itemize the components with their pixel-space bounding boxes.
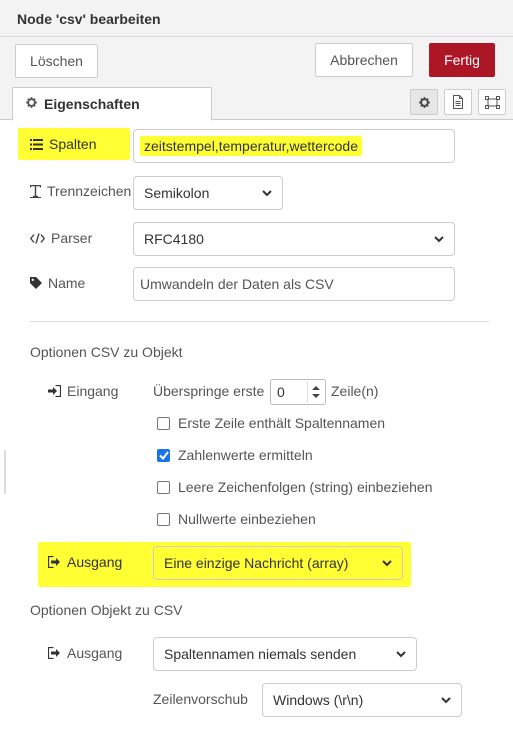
option-first-row-names[interactable]: Erste Zeile enthält Spaltennamen xyxy=(157,415,385,431)
description-icon xyxy=(453,95,463,109)
tab-properties[interactable]: Eigenschaften xyxy=(12,87,212,121)
tray-title: Node 'csv' bearbeiten xyxy=(17,11,161,27)
section-csv-to-object-title: Optionen CSV zu Objekt xyxy=(30,344,183,360)
option-include-null[interactable]: Nullwerte einbeziehen xyxy=(157,511,316,527)
chevron-down-icon xyxy=(434,236,444,243)
sign-out-icon xyxy=(48,647,60,659)
separator-value: Semikolon xyxy=(144,185,210,201)
skip-suffix-text: Zeile(n) xyxy=(331,383,379,399)
newline-value: Windows (\r\n) xyxy=(273,692,364,708)
option-include-empty-strings[interactable]: Leere Zeichenfolgen (string) einbeziehen xyxy=(157,479,433,495)
output-label: Ausgang xyxy=(48,554,122,570)
chevron-down-icon xyxy=(382,560,392,567)
tag-icon xyxy=(30,277,42,289)
parser-label-text: Parser xyxy=(51,230,93,246)
appearance-icon xyxy=(484,95,500,109)
skip-prefix-text: Überspringe erste xyxy=(153,383,265,399)
checkbox[interactable] xyxy=(157,416,170,430)
checkbox-checked[interactable] xyxy=(157,448,170,462)
option-label: Nullwerte einbeziehen xyxy=(178,511,316,527)
gear-icon xyxy=(25,96,38,112)
output-value: Eine einzige Nachricht (array) xyxy=(164,555,349,571)
checkbox[interactable] xyxy=(157,512,170,526)
list-icon xyxy=(30,138,43,150)
checkbox[interactable] xyxy=(157,480,170,494)
name-input[interactable]: Umwandeln der Daten als CSV xyxy=(133,267,455,301)
tab-description-button[interactable] xyxy=(444,89,472,115)
done-button[interactable]: Fertig xyxy=(429,43,495,77)
columns-label: Spalten xyxy=(30,136,96,152)
tab-properties-label: Eigenschaften xyxy=(44,96,140,112)
newline-label: Zeilenvorschub xyxy=(153,691,248,707)
input-label-text: Eingang xyxy=(67,383,119,399)
section-object-to-csv-title: Optionen Objekt zu CSV xyxy=(30,602,183,618)
skip-lines-value: 0 xyxy=(277,384,285,400)
chevron-down-icon xyxy=(441,697,451,704)
columns-label-text: Spalten xyxy=(49,136,97,152)
output-select[interactable]: Eine einzige Nachricht (array) xyxy=(153,546,403,580)
input-label: Eingang xyxy=(48,383,118,399)
skip-lines-spinner[interactable]: 0 xyxy=(270,379,326,405)
tab-appearance-button[interactable] xyxy=(478,89,506,115)
sign-out-icon xyxy=(48,556,60,568)
option-parse-numbers[interactable]: Zahlenwerte ermitteln xyxy=(157,447,313,463)
code-icon xyxy=(30,232,45,244)
cancel-button[interactable]: Abbrechen xyxy=(315,43,413,77)
resize-handle[interactable] xyxy=(4,450,6,494)
separator-select[interactable]: Semikolon xyxy=(133,176,283,210)
name-label-text: Name xyxy=(48,275,86,291)
delete-button[interactable]: Löschen xyxy=(15,44,98,78)
parser-label: Parser xyxy=(30,230,92,246)
name-label: Name xyxy=(30,275,85,291)
csv-output-label: Ausgang xyxy=(48,645,122,661)
csv-output-value: Spaltennamen niemals senden xyxy=(164,646,357,662)
chevron-down-icon xyxy=(396,651,406,658)
columns-input[interactable]: zeitstempel,temperatur,wettercode xyxy=(133,129,455,163)
spinner-arrows[interactable] xyxy=(307,382,323,402)
text-icon xyxy=(30,184,41,198)
option-label: Erste Zeile enthält Spaltennamen xyxy=(178,415,386,431)
separator-label: Trennzeichen xyxy=(30,183,131,199)
divider xyxy=(30,321,489,322)
parser-value: RFC4180 xyxy=(144,231,204,247)
gear-icon xyxy=(418,96,430,108)
option-label: Leere Zeichenfolgen (string) einbeziehen xyxy=(178,479,433,495)
tab-gear-button[interactable] xyxy=(410,89,438,115)
sign-in-icon xyxy=(48,385,61,397)
checkmark-icon xyxy=(158,450,169,460)
csv-output-select[interactable]: Spaltennamen niemals senden xyxy=(153,637,417,671)
output-label-text: Ausgang xyxy=(67,554,123,570)
option-label: Zahlenwerte ermitteln xyxy=(178,447,313,463)
newline-select[interactable]: Windows (\r\n) xyxy=(262,683,462,717)
name-input-value: Umwandeln der Daten als CSV xyxy=(140,276,334,292)
csv-output-label-text: Ausgang xyxy=(67,645,123,661)
chevron-down-icon xyxy=(262,190,272,197)
parser-select[interactable]: RFC4180 xyxy=(133,222,455,256)
separator-label-text: Trennzeichen xyxy=(47,183,132,199)
columns-input-value: zeitstempel,temperatur,wettercode xyxy=(140,136,362,156)
